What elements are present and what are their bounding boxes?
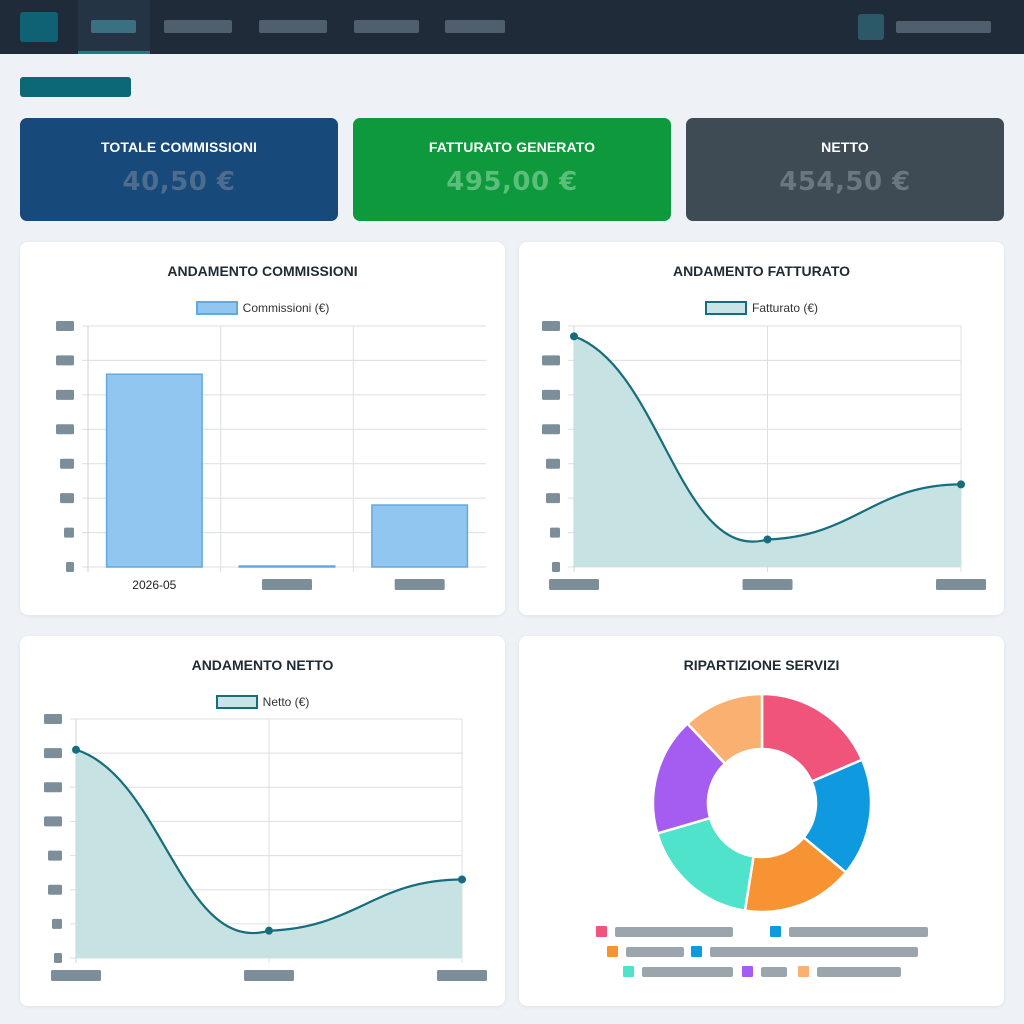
stat-card-netto: NETTO 454,50 € — [686, 118, 1004, 221]
pie-legend-swatch[interactable] — [691, 946, 702, 957]
y-tick-label — [56, 321, 74, 331]
pie-legend-swatch[interactable] — [798, 966, 809, 977]
pie-legend-swatch[interactable] — [742, 966, 753, 977]
x-tick-label: 2026-05 — [132, 578, 176, 592]
data-point — [458, 875, 466, 884]
x-tick-label — [51, 970, 101, 981]
y-tick-label — [60, 493, 74, 504]
x-tick-label — [742, 579, 793, 590]
x-tick-label — [262, 579, 312, 590]
stat-label: TOTALE COMMISSIONI — [100, 139, 258, 155]
stat-label: NETTO — [821, 139, 869, 155]
stat-card-commissioni: TOTALE COMMISSIONI 40,50 € — [20, 118, 338, 221]
chart-panel-netto: ANDAMENTO NETTO Netto (€) — [20, 636, 505, 1006]
stat-value: 40,50 € — [122, 167, 236, 197]
pie-legend-swatch[interactable] — [770, 926, 781, 937]
pie-legend-label[interactable] — [626, 947, 684, 957]
x-tick-label — [936, 579, 986, 590]
bar — [238, 565, 336, 568]
stat-value: 495,00 € — [446, 167, 578, 197]
page-title — [20, 77, 131, 97]
y-tick-label — [54, 953, 62, 963]
app-logo[interactable] — [20, 12, 58, 42]
data-point — [763, 535, 772, 544]
area-chart-fatturato — [542, 321, 986, 590]
pie-legend-row — [519, 926, 1004, 938]
nav-tab-3[interactable] — [259, 20, 327, 33]
x-tick-label — [394, 579, 445, 590]
y-tick-label — [56, 389, 74, 400]
y-tick-label — [52, 918, 62, 929]
pie-legend-label[interactable] — [817, 967, 901, 977]
y-tick-label — [60, 458, 74, 469]
y-tick-label — [542, 424, 560, 435]
x-tick-label — [244, 970, 294, 981]
y-tick-label — [56, 355, 74, 366]
pie-legend-label[interactable] — [642, 967, 733, 977]
user-avatar[interactable] — [858, 14, 884, 40]
nav-tab-1[interactable] — [91, 20, 136, 33]
stat-label: FATTURATO GENERATO — [428, 139, 596, 155]
data-point — [72, 745, 80, 754]
user-menu[interactable] — [896, 21, 991, 33]
y-tick-label — [44, 816, 62, 827]
data-point — [570, 332, 578, 341]
x-tick-label — [437, 970, 487, 981]
pie-legend-row — [519, 946, 1004, 958]
pie-legend-swatch[interactable] — [623, 966, 634, 977]
y-tick-label — [44, 748, 62, 759]
y-tick-label — [44, 714, 62, 724]
top-navbar — [0, 0, 1024, 54]
bar — [371, 504, 469, 568]
pie-legend-label[interactable] — [710, 947, 918, 957]
stat-card-fatturato: FATTURATO GENERATO 495,00 € — [353, 118, 671, 221]
chart-panel-fatturato: ANDAMENTO FATTURATO Fatturato (€) — [519, 242, 1004, 615]
bar-chart-commissioni: 2026-05 — [56, 321, 486, 592]
data-point — [265, 926, 273, 935]
bar — [105, 373, 203, 568]
x-tick-label — [549, 579, 599, 590]
pie-legend-label[interactable] — [789, 927, 928, 937]
pie-legend-row — [519, 966, 1004, 978]
y-tick-label — [546, 458, 560, 469]
data-point — [957, 480, 965, 489]
y-tick-label — [56, 424, 74, 435]
nav-tab-2[interactable] — [164, 20, 232, 33]
y-tick-label — [48, 884, 62, 895]
chart-panel-servizi: RIPARTIZIONE SERVIZI — [519, 636, 1004, 1006]
y-tick-label — [64, 527, 74, 538]
pie-legend-label[interactable] — [761, 967, 787, 977]
y-tick-label — [44, 782, 62, 793]
chart-panel-commissioni: ANDAMENTO COMMISSIONI Commissioni (€) 20… — [20, 242, 505, 615]
pie-legend-label[interactable] — [615, 927, 733, 937]
pie-legend-swatch[interactable] — [596, 926, 607, 937]
y-tick-label — [542, 355, 560, 366]
pie-legend-swatch[interactable] — [607, 946, 618, 957]
nav-tab-4[interactable] — [354, 20, 419, 33]
y-tick-label — [66, 562, 74, 572]
y-tick-label — [542, 321, 560, 331]
y-tick-label — [546, 493, 560, 504]
y-tick-label — [550, 527, 560, 538]
pie-slice — [655, 816, 755, 913]
stat-value: 454,50 € — [779, 167, 911, 197]
y-tick-label — [48, 850, 62, 861]
area-chart-netto — [44, 714, 487, 981]
y-tick-label — [542, 389, 560, 400]
y-tick-label — [552, 562, 560, 572]
nav-tab-5[interactable] — [445, 20, 505, 33]
